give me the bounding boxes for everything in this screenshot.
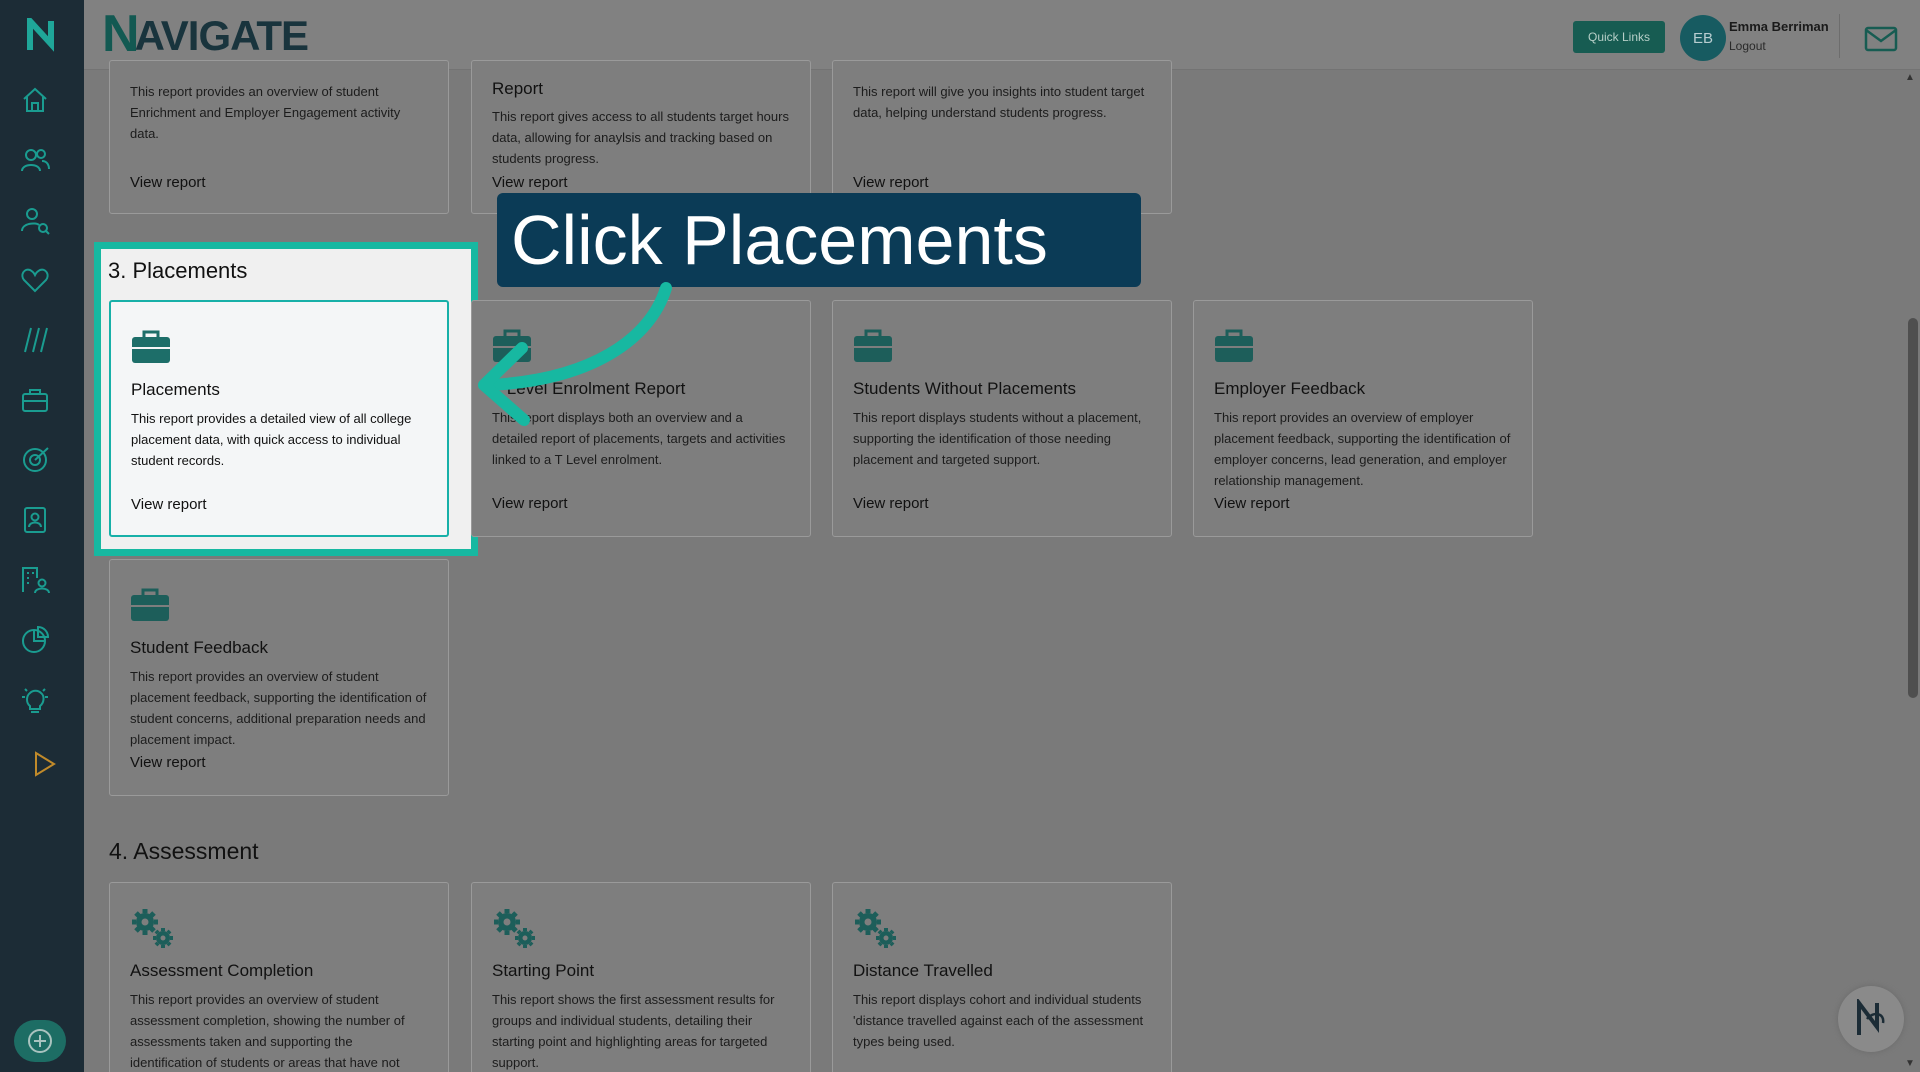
navigate-logo[interactable]: N AVIGATE (102, 8, 309, 60)
scroll-up-arrow-icon[interactable]: ▲ (1905, 72, 1915, 83)
users-icon[interactable] (17, 142, 53, 178)
briefcase-icon (1215, 329, 1253, 362)
user-name: Emma Berriman (1729, 19, 1829, 34)
students-without-placements-card[interactable]: Students Without Placements This report … (832, 300, 1172, 537)
section-title-placements: 3. Placements (108, 258, 248, 283)
starting-point-card[interactable]: Starting Point This report shows the fir… (471, 882, 811, 1072)
logout-link[interactable]: Logout (1729, 39, 1766, 53)
card-description: This report provides a detailed view of … (131, 411, 412, 468)
view-report-link[interactable]: View report (853, 495, 929, 512)
briefcase-icon (132, 330, 170, 363)
view-report-link[interactable]: View report (853, 174, 929, 191)
card-title: Report (492, 79, 544, 98)
view-report-link[interactable]: View report (131, 496, 207, 513)
quick-links-button[interactable]: Quick Links (1573, 21, 1665, 53)
card-description: This report provides an overview of empl… (1214, 410, 1511, 488)
add-button[interactable] (14, 1020, 66, 1062)
lightbulb-icon[interactable] (17, 682, 53, 718)
header-divider (1839, 14, 1840, 58)
user-search-icon[interactable] (17, 202, 53, 238)
card-title: Placements (131, 380, 220, 399)
assessment-completion-card[interactable]: Assessment Completion This report provid… (109, 882, 449, 1072)
card-title: Student Feedback (130, 638, 268, 657)
card-description: This report displays students without a … (853, 410, 1142, 467)
distance-travelled-card[interactable]: Distance Travelled This report displays … (832, 882, 1172, 1072)
card-description: This report displays cohort and individu… (853, 992, 1144, 1049)
view-report-link[interactable]: View report (1214, 495, 1290, 512)
briefcase-icon (854, 329, 892, 362)
building-user-icon[interactable] (17, 562, 53, 598)
gears-icon (132, 909, 173, 948)
gears-icon (494, 909, 535, 948)
card-title: Starting Point (492, 961, 595, 980)
instruction-callout: Click Placements (497, 193, 1141, 287)
plus-circle-icon (28, 1029, 52, 1053)
scrollbar-thumb[interactable] (1908, 318, 1918, 698)
card-description: This report provides an overview of stud… (130, 84, 401, 141)
play-icon[interactable] (26, 746, 62, 782)
view-report-link[interactable]: View report (130, 174, 206, 191)
target-icon[interactable] (17, 442, 53, 478)
briefcase-icon[interactable] (17, 382, 53, 418)
view-report-link[interactable]: View report (492, 495, 568, 512)
avatar[interactable]: EB (1680, 15, 1726, 61)
card-description: This report provides an overview of stud… (130, 669, 427, 747)
heart-icon[interactable] (17, 262, 53, 298)
card-title: Students Without Placements (853, 379, 1077, 398)
card-description: This report provides an overview of stud… (130, 992, 405, 1070)
card-title: Assessment Completion (130, 961, 314, 980)
card-title: Distance Travelled (853, 961, 993, 980)
pie-chart-icon[interactable] (17, 622, 53, 658)
gears-icon (855, 909, 896, 948)
card-description: This report will give you insights into … (853, 84, 1145, 120)
student-feedback-card[interactable]: Student Feedback This report provides an… (109, 559, 449, 796)
contact-card-icon[interactable] (17, 502, 53, 538)
card-title: Employer Feedback (1214, 379, 1366, 398)
help-widget-button[interactable] (1838, 986, 1904, 1052)
card-description: This report shows the first assessment r… (492, 992, 775, 1070)
scroll-down-arrow-icon[interactable]: ▼ (1905, 1058, 1915, 1069)
mail-icon[interactable] (1864, 26, 1900, 52)
card-description: This report gives access to all students… (492, 109, 789, 166)
home-icon[interactable] (17, 82, 53, 118)
slashes-icon[interactable] (17, 322, 53, 358)
section-title-assessment: 4. Assessment (109, 838, 259, 864)
pointer-arrow-icon (478, 282, 672, 426)
briefcase-icon (131, 588, 169, 621)
n-logo-icon[interactable] (0, 0, 84, 70)
help-widget-icon (1857, 999, 1885, 1035)
placements-card[interactable]: Placements This report provides a detail… (109, 300, 449, 537)
employer-feedback-card[interactable]: Employer Feedback This report provides a… (1193, 300, 1533, 537)
report-card[interactable]: Report This report gives access to all s… (471, 60, 811, 214)
view-report-link[interactable]: View report (492, 174, 568, 191)
report-card[interactable]: This report will give you insights into … (832, 60, 1172, 214)
report-card[interactable]: This report provides an overview of stud… (109, 60, 449, 214)
view-report-link[interactable]: View report (130, 754, 206, 771)
sidebar (0, 0, 84, 1072)
